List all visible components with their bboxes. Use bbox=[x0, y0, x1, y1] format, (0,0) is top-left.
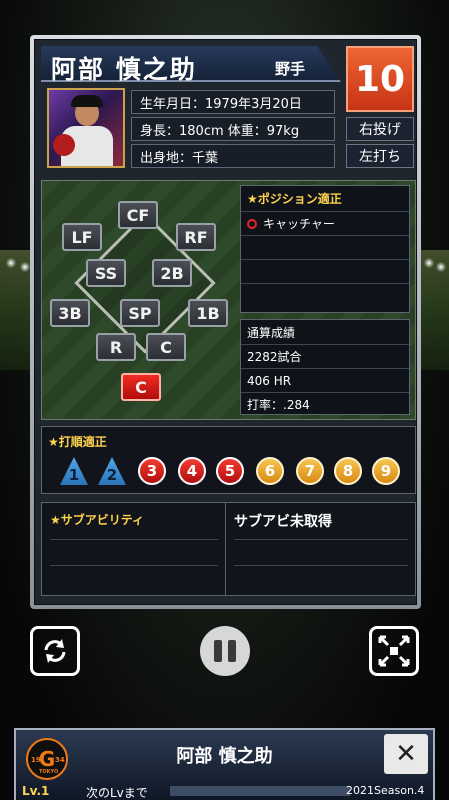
throwing-hand: 右投げ bbox=[346, 117, 414, 141]
player-photo bbox=[47, 88, 125, 168]
position-aptitude-title: ★ポジション適正 bbox=[247, 192, 342, 206]
position-aptitude-box: ★ポジション適正 キャッチャー bbox=[240, 185, 410, 313]
position-rf: RF bbox=[176, 223, 216, 251]
position-cf: CF bbox=[118, 201, 158, 229]
batting-order-9: 9 bbox=[372, 457, 400, 485]
batting-order-3: 3 bbox=[138, 457, 166, 485]
player-role: 野手 bbox=[275, 60, 306, 78]
fullscreen-button[interactable] bbox=[369, 626, 419, 676]
sub-ability-status: サブアビ未取得 bbox=[234, 514, 332, 530]
position-r: R bbox=[96, 333, 136, 361]
position-2b: 2B bbox=[152, 259, 192, 287]
position-c-active: C bbox=[121, 373, 161, 401]
season-label: 2021Season.4 bbox=[346, 784, 425, 797]
batting-order-1: 1 bbox=[60, 457, 88, 485]
uniform-number: 10 bbox=[346, 46, 414, 112]
pause-button[interactable] bbox=[200, 626, 250, 676]
refresh-button[interactable] bbox=[30, 626, 80, 676]
sub-ability-title: ★サブアビリティ bbox=[50, 513, 145, 527]
refresh-icon bbox=[44, 639, 66, 663]
player-level: Lv.1 bbox=[22, 784, 50, 798]
hometown-row: 出身地：千葉 bbox=[131, 144, 335, 168]
stadium-light bbox=[424, 258, 434, 268]
position-field-panel: CF LF RF SS 2B 3B SP 1B R C C ★ポジション適正 キ… bbox=[41, 180, 416, 420]
stadium-light bbox=[6, 258, 16, 268]
career-title: 通算成績 bbox=[247, 325, 296, 340]
bottom-player-bar: G 19 34 TOKYO 阿部 慎之助 ✕ Lv.1 次のLvまで 2021S… bbox=[14, 728, 435, 800]
batting-order-4: 4 bbox=[178, 457, 206, 485]
close-button[interactable]: ✕ bbox=[384, 734, 428, 774]
position-lf: LF bbox=[62, 223, 102, 251]
career-games: 2282試合 bbox=[241, 344, 409, 368]
batting-order-5: 5 bbox=[216, 457, 244, 485]
batting-order-title: ★打順適正 bbox=[48, 435, 107, 449]
exp-progress-bar bbox=[170, 786, 350, 796]
bottom-player-name: 阿部 慎之助 bbox=[176, 746, 273, 767]
player-card-inner: 阿部 慎之助 野手 10 右投げ 左打ち 生年月日：1979年3月20日 身長：… bbox=[34, 39, 417, 605]
close-icon: ✕ bbox=[395, 739, 417, 769]
career-avg: 打率：.284 bbox=[241, 392, 409, 416]
batting-order-6: 6 bbox=[256, 457, 284, 485]
batting-order-8: 8 bbox=[334, 457, 362, 485]
body-row: 身長：180cm 体重：97kg bbox=[131, 117, 335, 141]
position-aptitude-item: キャッチャー bbox=[241, 211, 409, 235]
stadium-light bbox=[436, 262, 446, 272]
batting-order-panel: ★打順適正 1 2 3 4 5 6 7 8 9 bbox=[41, 426, 416, 494]
position-1b: 1B bbox=[188, 299, 228, 327]
position-3b: 3B bbox=[50, 299, 90, 327]
name-header: 阿部 慎之助 野手 bbox=[41, 46, 341, 82]
pause-icon bbox=[214, 640, 222, 662]
circle-mark-icon bbox=[247, 218, 257, 229]
position-ss: SS bbox=[86, 259, 126, 287]
batting-side: 左打ち bbox=[346, 144, 414, 168]
sub-ability-panel: ★サブアビリティ サブアビ未取得 bbox=[41, 502, 416, 596]
career-hr: 406 HR bbox=[241, 368, 409, 392]
expand-arrows-icon bbox=[378, 635, 410, 667]
position-sp: SP bbox=[120, 299, 160, 327]
position-c: C bbox=[146, 333, 186, 361]
stadium-light bbox=[20, 262, 30, 272]
batting-order-7: 7 bbox=[296, 457, 324, 485]
career-stats-box: 通算成績 2282試合 406 HR 打率：.284 bbox=[240, 319, 410, 415]
next-level-label: 次のLvまで bbox=[86, 786, 148, 800]
birthday-row: 生年月日：1979年3月20日 bbox=[131, 90, 335, 114]
player-card: 阿部 慎之助 野手 10 右投げ 左打ち 生年月日：1979年3月20日 身長：… bbox=[30, 35, 421, 609]
player-name: 阿部 慎之助 bbox=[51, 55, 197, 84]
catcher-mitt-icon bbox=[53, 134, 75, 156]
batting-order-2: 2 bbox=[98, 457, 126, 485]
